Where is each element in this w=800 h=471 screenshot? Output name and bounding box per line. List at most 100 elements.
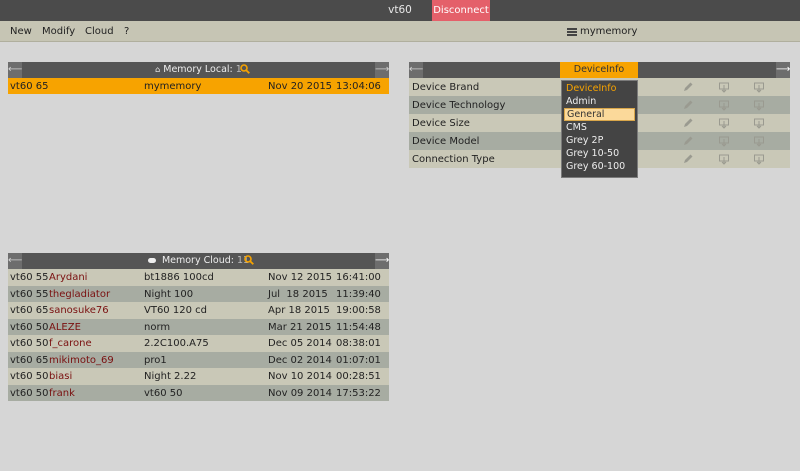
time-cell: 01:07:01 <box>336 354 381 366</box>
monitor-download-icon[interactable] <box>753 117 765 129</box>
time-cell: 16:41:00 <box>336 272 381 283</box>
device-info-dropdown[interactable]: DeviceInfo Admin General CMS Grey 2P Grey 10-… <box>561 80 638 178</box>
dropdown-option[interactable]: Grey 60-100 <box>564 160 635 173</box>
table-row[interactable]: vt60 50 biasi Night 2.22 Nov 10 2014 00:28:5… <box>8 368 389 385</box>
device-row-label: Device Technology <box>412 100 506 111</box>
home-icon: ⌂ <box>155 65 161 74</box>
arrow-right-icon[interactable]: ⟶ <box>776 62 790 78</box>
memory-name-label: mymemory <box>580 26 638 37</box>
menu-help[interactable]: ? <box>124 26 129 37</box>
table-row[interactable]: vt60 65 sanosuke76 VT60 120 cd Apr 18 2015 1… <box>8 302 389 319</box>
edit-icon[interactable] <box>682 135 694 147</box>
device-row-label: Device Brand <box>412 82 480 93</box>
dropdown-option[interactable]: DeviceInfo <box>564 82 635 95</box>
monitor-download-icon[interactable] <box>753 153 765 165</box>
date-cell: Mar 21 2015 <box>268 321 332 333</box>
name-cell: Night 2.22 <box>144 371 197 382</box>
memory-local-header: ⟵ ⌂ Memory Local: 1 ⟶ <box>8 62 389 78</box>
date-cell: Nov 10 2014 <box>268 371 333 382</box>
device-info-header: ⟵ DeviceInfo ⟶ <box>409 62 790 78</box>
search-icon[interactable] <box>244 255 254 265</box>
device-row-label: Connection Type <box>412 154 495 165</box>
device-cell: vt60 50 <box>10 371 49 382</box>
window-title: vt60 <box>388 4 412 16</box>
device-row-label: Device Model <box>412 136 480 147</box>
device-cell: vt60 50 <box>10 321 49 333</box>
memory-cloud-header: ⟵ Memory Cloud: 11 ⟶ <box>8 253 389 269</box>
menu-new[interactable]: New <box>10 26 32 37</box>
title-bar: vt60 Disconnect <box>0 0 800 21</box>
table-row[interactable]: vt60 50 ALEZE norm Mar 21 2015 11:54:48 <box>8 318 389 335</box>
time-cell: 11:39:40 <box>336 288 381 300</box>
date-cell: Nov 12 2015 <box>268 272 333 283</box>
time-cell: 13:04:06 <box>336 81 381 92</box>
device-cell: vt60 55 <box>10 288 49 300</box>
device-cell: vt60 50 <box>10 387 49 399</box>
time-cell: 08:38:01 <box>336 338 381 349</box>
edit-icon[interactable] <box>682 153 694 165</box>
arrow-left-icon[interactable]: ⟵ <box>409 62 423 78</box>
dropdown-option[interactable]: Grey 10-50 <box>564 147 635 160</box>
user-cell: ALEZE <box>49 321 81 333</box>
arrow-right-icon[interactable]: ⟶ <box>375 62 389 78</box>
date-cell: Nov 09 2014 <box>268 387 333 399</box>
monitor-download-icon[interactable] <box>718 117 730 129</box>
memory-cloud-title: Memory Cloud: 11 <box>8 255 389 266</box>
device-row-label: Device Size <box>412 118 470 129</box>
monitor-download-icon[interactable] <box>718 99 730 111</box>
monitor-download-icon[interactable] <box>718 81 730 93</box>
arrow-right-icon[interactable]: ⟶ <box>375 253 389 269</box>
dropdown-option[interactable]: Grey 2P <box>564 134 635 147</box>
time-cell: 00:28:51 <box>336 371 381 382</box>
user-cell: thegladiator <box>49 288 111 300</box>
memory-name-menu[interactable]: mymemory <box>567 26 637 37</box>
menu-bar: New Modify Cloud ? mymemory <box>0 21 800 42</box>
disconnect-button[interactable]: Disconnect <box>432 0 490 21</box>
hamburger-icon <box>567 27 577 36</box>
monitor-download-icon[interactable] <box>718 153 730 165</box>
time-cell: 17:53:22 <box>336 387 381 399</box>
table-row[interactable]: vt60 65 mymemory Nov 20 2015 13:04:06 <box>8 78 389 94</box>
dropdown-option[interactable]: Admin <box>564 95 635 108</box>
memory-local-title: ⌂ Memory Local: 1 <box>155 64 242 75</box>
monitor-download-icon[interactable] <box>753 81 765 93</box>
monitor-download-icon[interactable] <box>718 135 730 147</box>
name-cell: mymemory <box>144 81 202 92</box>
user-cell: frank <box>49 387 75 399</box>
name-cell: pro1 <box>144 354 167 366</box>
user-cell: mikimoto_69 <box>49 354 114 366</box>
table-row[interactable]: vt60 65 mikimoto_69 pro1 Dec 02 2014 01:07:0… <box>8 351 389 368</box>
device-cell: vt60 65 <box>10 305 49 316</box>
edit-icon[interactable] <box>682 99 694 111</box>
memory-local-panel: ⟵ ⌂ Memory Local: 1 ⟶ vt60 65 mymemory Nov… <box>8 62 389 94</box>
user-cell: Arydani <box>49 272 88 283</box>
time-cell: 19:00:58 <box>336 305 381 316</box>
date-cell: Jul 18 2015 <box>268 288 328 300</box>
date-cell: Apr 18 2015 <box>268 305 330 316</box>
table-row[interactable]: vt60 50 f_carone 2.2C100.A75 Dec 05 2014 08:… <box>8 335 389 352</box>
device-cell: vt60 65 <box>10 354 49 366</box>
menu-modify[interactable]: Modify <box>42 26 75 37</box>
name-cell: vt60 50 <box>144 387 183 399</box>
search-icon[interactable] <box>240 64 250 74</box>
device-info-tab[interactable]: DeviceInfo <box>560 62 638 78</box>
table-row[interactable]: vt60 55 thegladiator Night 100 Jul 18 2015 1… <box>8 285 389 302</box>
name-cell: norm <box>144 321 171 333</box>
cloud-icon <box>147 258 156 263</box>
monitor-download-icon[interactable] <box>753 135 765 147</box>
table-row[interactable]: vt60 55 Arydani bt1886 100cd Nov 12 2015 16:… <box>8 269 389 286</box>
name-cell: Night 100 <box>144 288 194 300</box>
date-cell: Dec 02 2014 <box>268 354 332 366</box>
memory-cloud-panel: ⟵ Memory Cloud: 11 ⟶ vt60 55 Arydani bt188… <box>8 253 389 401</box>
edit-icon[interactable] <box>682 81 694 93</box>
name-cell: bt1886 100cd <box>144 272 214 283</box>
user-cell: biasi <box>49 371 73 382</box>
table-row[interactable]: vt60 50 frank vt60 50 Nov 09 2014 17:53:22 <box>8 384 389 401</box>
dropdown-option[interactable]: General <box>564 108 635 121</box>
menu-cloud[interactable]: Cloud <box>85 26 114 37</box>
dropdown-option[interactable]: CMS <box>564 121 635 134</box>
device-cell: vt60 55 <box>10 272 49 283</box>
edit-icon[interactable] <box>682 117 694 129</box>
monitor-download-icon[interactable] <box>753 99 765 111</box>
user-cell: f_carone <box>49 338 92 349</box>
